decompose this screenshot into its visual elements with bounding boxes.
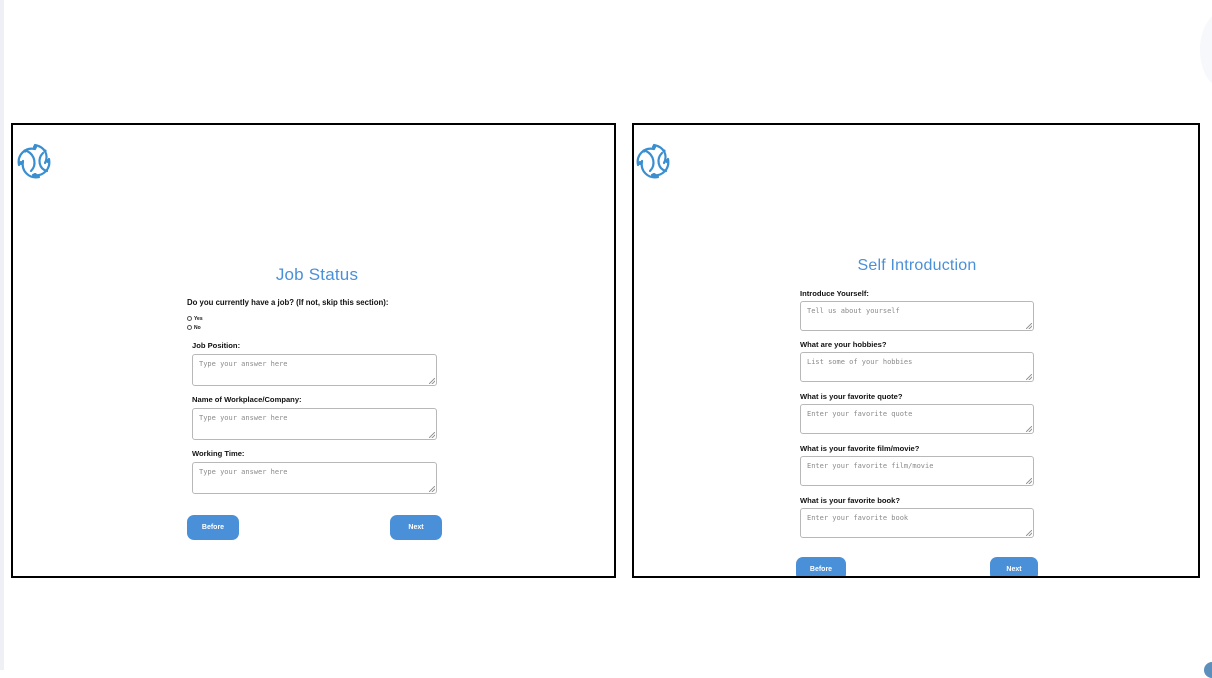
favorite-film-input[interactable]: Enter your favorite film/movie (800, 456, 1034, 486)
field-placeholder: Enter your favorite book (807, 514, 909, 522)
job-question: Do you currently have a job? (If not, sk… (187, 298, 389, 307)
before-button[interactable]: Before (187, 515, 239, 540)
field-placeholder: Enter your favorite quote (807, 410, 913, 418)
field-placeholder: Enter your favorite film/movie (807, 462, 934, 470)
radio-button[interactable] (187, 325, 192, 330)
job-position-input[interactable]: Type your answer here (192, 354, 437, 386)
field-label-film: What is your favorite film/movie? (800, 444, 920, 453)
working-time-input[interactable]: Type your answer here (192, 462, 437, 494)
resize-handle-icon[interactable] (1026, 530, 1032, 536)
before-button[interactable]: Before (796, 557, 846, 576)
introduce-yourself-input[interactable]: Tell us about yourself (800, 301, 1034, 331)
form-title: Job Status (275, 265, 359, 284)
next-button[interactable]: Next (390, 515, 442, 540)
radio-label: Yes (194, 315, 203, 322)
resize-handle-icon[interactable] (429, 486, 435, 492)
field-label-quote: What is your favorite quote? (800, 392, 903, 401)
field-label-workplace: Name of Workplace/Company: (192, 395, 302, 404)
page-left-edge (0, 0, 4, 670)
next-button[interactable]: Next (990, 557, 1038, 576)
decorative-blob (1200, 10, 1212, 90)
field-label-introduce: Introduce Yourself: (800, 289, 869, 298)
field-placeholder: List some of your hobbies (807, 358, 913, 366)
field-label-job-position: Job Position: (192, 341, 241, 350)
favorite-book-input[interactable]: Enter your favorite book (800, 508, 1034, 538)
field-placeholder: Type your answer here (199, 468, 288, 476)
radio-label: No (194, 324, 201, 331)
decorative-dot (1204, 662, 1212, 678)
resize-handle-icon[interactable] (1026, 374, 1032, 380)
field-placeholder: Tell us about yourself (807, 307, 900, 315)
field-label-book: What is your favorite book? (800, 496, 900, 505)
resize-handle-icon[interactable] (429, 378, 435, 384)
resize-handle-icon[interactable] (1026, 478, 1032, 484)
field-label-hobbies: What are your hobbies? (800, 340, 887, 349)
radio-option-yes[interactable]: Yes (187, 314, 203, 323)
radio-button[interactable] (187, 316, 192, 321)
hobbies-input[interactable]: List some of your hobbies (800, 352, 1034, 382)
network-knot-logo-icon (634, 141, 674, 181)
self-introduction-screen: Self Introduction Introduce Yourself: Te… (632, 123, 1200, 578)
radio-option-no[interactable]: No (187, 323, 203, 332)
field-placeholder: Type your answer here (199, 360, 288, 368)
field-placeholder: Type your answer here (199, 414, 288, 422)
network-knot-logo-icon (15, 141, 55, 181)
form-title: Self Introduction (857, 257, 977, 274)
resize-handle-icon[interactable] (1026, 323, 1032, 329)
favorite-quote-input[interactable]: Enter your favorite quote (800, 404, 1034, 434)
job-radio-group: Yes No (187, 314, 203, 332)
resize-handle-icon[interactable] (1026, 426, 1032, 432)
workplace-input[interactable]: Type your answer here (192, 408, 437, 440)
job-status-screen: Job Status Do you currently have a job? … (11, 123, 616, 578)
resize-handle-icon[interactable] (429, 432, 435, 438)
field-label-working-time: Working Time: (192, 449, 245, 458)
